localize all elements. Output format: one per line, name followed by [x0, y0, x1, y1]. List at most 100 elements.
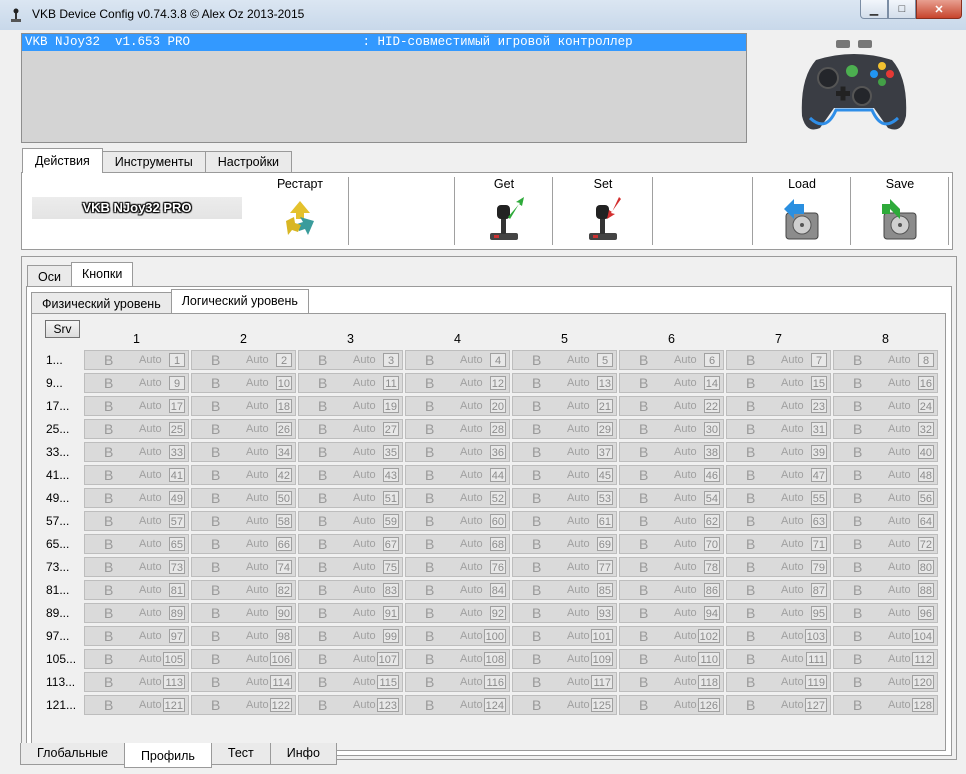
button-cell[interactable]: B Auto 115	[298, 672, 403, 692]
button-number-field[interactable]: 15	[810, 376, 827, 390]
button-cell[interactable]: B Auto 15	[726, 373, 831, 393]
device-list-item[interactable]: VKB NJoy32 v1.653 PRO : HID-совместимый …	[22, 34, 746, 51]
button-cell[interactable]: B Auto 70	[619, 534, 724, 554]
button-cell[interactable]: B Auto 94	[619, 603, 724, 623]
button-cell[interactable]: B Auto 102	[619, 626, 724, 646]
button-number-field[interactable]: 50	[275, 491, 292, 505]
button-number-field[interactable]: 96	[917, 606, 934, 620]
button-cell[interactable]: B Auto 65	[84, 534, 189, 554]
button-number-field[interactable]: 110	[698, 652, 720, 666]
button-cell[interactable]: B Auto 87	[726, 580, 831, 600]
button-cell[interactable]: B Auto 73	[84, 557, 189, 577]
button-number-field[interactable]: 46	[703, 468, 720, 482]
button-cell[interactable]: B Auto 69	[512, 534, 617, 554]
button-cell[interactable]: B Auto 79	[726, 557, 831, 577]
button-cell[interactable]: B Auto 96	[833, 603, 938, 623]
button-number-field[interactable]: 90	[275, 606, 292, 620]
button-number-field[interactable]: 14	[703, 376, 720, 390]
button-cell[interactable]: B Auto 9	[84, 373, 189, 393]
button-cell[interactable]: B Auto 109	[512, 649, 617, 669]
button-number-field[interactable]: 67	[382, 537, 399, 551]
button-cell[interactable]: B Auto 22	[619, 396, 724, 416]
button-cell[interactable]: B Auto 127	[726, 695, 831, 715]
button-number-field[interactable]: 116	[484, 675, 506, 689]
button-cell[interactable]: B Auto 112	[833, 649, 938, 669]
button-cell[interactable]: B Auto 38	[619, 442, 724, 462]
button-number-field[interactable]: 26	[275, 422, 292, 436]
button-number-field[interactable]: 72	[917, 537, 934, 551]
button-cell[interactable]: B Auto 23	[726, 396, 831, 416]
button-cell[interactable]: B Auto 41	[84, 465, 189, 485]
button-number-field[interactable]: 91	[382, 606, 399, 620]
srv-button[interactable]: Srv	[45, 320, 80, 338]
button-number-field[interactable]: 63	[810, 514, 827, 528]
button-cell[interactable]: B Auto 19	[298, 396, 403, 416]
tab-logical-level[interactable]: Логический уровень	[170, 289, 309, 313]
button-cell[interactable]: B Auto 122	[191, 695, 296, 715]
button-cell[interactable]: B Auto 46	[619, 465, 724, 485]
button-number-field[interactable]: 122	[269, 698, 292, 712]
button-cell[interactable]: B Auto 18	[191, 396, 296, 416]
button-number-field[interactable]: 59	[382, 514, 399, 528]
button-number-field[interactable]: 20	[489, 399, 506, 413]
tab-settings[interactable]: Настройки	[204, 151, 293, 173]
button-cell[interactable]: B Auto 77	[512, 557, 617, 577]
button-number-field[interactable]: 4	[490, 353, 506, 367]
button-number-field[interactable]: 10	[275, 376, 292, 390]
button-cell[interactable]: B Auto 128	[833, 695, 938, 715]
button-number-field[interactable]: 54	[703, 491, 720, 505]
button-cell[interactable]: B Auto 125	[512, 695, 617, 715]
button-cell[interactable]: B Auto 26	[191, 419, 296, 439]
button-number-field[interactable]: 19	[382, 399, 399, 413]
button-number-field[interactable]: 75	[382, 560, 399, 574]
button-number-field[interactable]: 98	[275, 629, 292, 643]
tab-global[interactable]: Глобальные	[20, 743, 125, 765]
button-number-field[interactable]: 128	[911, 698, 934, 712]
button-number-field[interactable]: 52	[489, 491, 506, 505]
button-number-field[interactable]: 23	[810, 399, 827, 413]
button-cell[interactable]: B Auto 71	[726, 534, 831, 554]
button-cell[interactable]: B Auto 95	[726, 603, 831, 623]
button-number-field[interactable]: 29	[596, 422, 613, 436]
button-number-field[interactable]: 103	[804, 629, 827, 643]
button-number-field[interactable]: 28	[489, 422, 506, 436]
button-cell[interactable]: B Auto 24	[833, 396, 938, 416]
button-cell[interactable]: B Auto 108	[405, 649, 510, 669]
button-number-field[interactable]: 35	[382, 445, 399, 459]
button-number-field[interactable]: 126	[697, 698, 720, 712]
button-cell[interactable]: B Auto 30	[619, 419, 724, 439]
button-cell[interactable]: B Auto 52	[405, 488, 510, 508]
tab-physical-level[interactable]: Физический уровень	[31, 292, 172, 313]
button-cell[interactable]: B Auto 27	[298, 419, 403, 439]
restart-button[interactable]: Рестарт	[252, 177, 348, 245]
button-number-field[interactable]: 11	[383, 376, 399, 390]
button-cell[interactable]: B Auto 118	[619, 672, 724, 692]
button-number-field[interactable]: 111	[806, 652, 827, 666]
button-cell[interactable]: B Auto 20	[405, 396, 510, 416]
button-number-field[interactable]: 113	[163, 675, 185, 689]
button-cell[interactable]: B Auto 72	[833, 534, 938, 554]
button-number-field[interactable]: 43	[382, 468, 399, 482]
button-cell[interactable]: B Auto 76	[405, 557, 510, 577]
button-number-field[interactable]: 84	[489, 583, 506, 597]
button-number-field[interactable]: 101	[590, 629, 613, 643]
button-cell[interactable]: B Auto 6	[619, 350, 724, 370]
button-cell[interactable]: B Auto 99	[298, 626, 403, 646]
button-cell[interactable]: B Auto 106	[191, 649, 296, 669]
button-number-field[interactable]: 107	[376, 652, 399, 666]
button-number-field[interactable]: 39	[810, 445, 827, 459]
button-cell[interactable]: B Auto 121	[84, 695, 189, 715]
button-cell[interactable]: B Auto 89	[84, 603, 189, 623]
set-button[interactable]: Set	[555, 177, 651, 245]
button-cell[interactable]: B Auto 35	[298, 442, 403, 462]
button-number-field[interactable]: 87	[810, 583, 827, 597]
button-cell[interactable]: B Auto 59	[298, 511, 403, 531]
button-number-field[interactable]: 121	[162, 698, 185, 712]
button-number-field[interactable]: 104	[911, 629, 934, 643]
button-cell[interactable]: B Auto 61	[512, 511, 617, 531]
button-cell[interactable]: B Auto 86	[619, 580, 724, 600]
button-number-field[interactable]: 100	[483, 629, 506, 643]
button-number-field[interactable]: 30	[703, 422, 720, 436]
button-number-field[interactable]: 44	[489, 468, 506, 482]
button-number-field[interactable]: 27	[382, 422, 399, 436]
